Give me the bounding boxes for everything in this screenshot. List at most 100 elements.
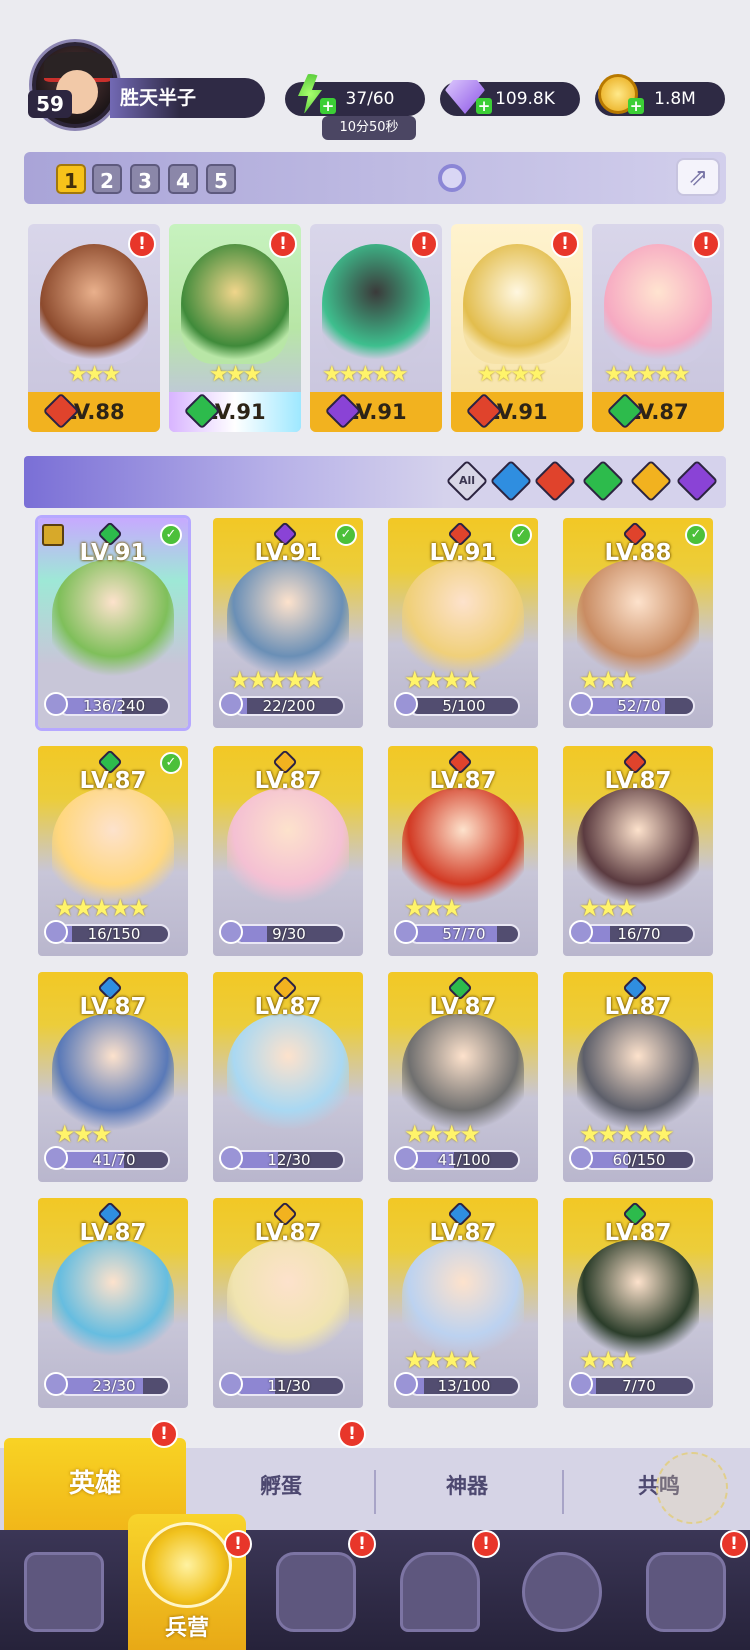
star-rating: ★★★ [209, 362, 262, 387]
player-name: 胜天半子 [110, 78, 265, 118]
hero-card[interactable]: LV.88 ✓ ★★★ 52/70 [563, 518, 713, 728]
team-tab-3[interactable]: 3 [130, 164, 160, 194]
hero-card[interactable]: LV.87 ★★★ 57/70 [388, 746, 538, 956]
barracks-icon [142, 1522, 232, 1608]
share-icon[interactable]: ⇗ [676, 158, 720, 196]
soul-shard-icon [569, 1372, 593, 1396]
star-rating: ★★★★★ [604, 362, 691, 387]
shard-progress-bar: 57/70 [408, 924, 520, 944]
hero-level: LV.87 [79, 994, 147, 1020]
hero-card[interactable]: LV.87 ★★★ 16/70 [563, 746, 713, 956]
hero-portrait [227, 1240, 349, 1360]
shard-progress-text: 23/30 [92, 1377, 136, 1395]
tab-artifacts[interactable]: 神器 [446, 1470, 488, 1500]
soul-shard-icon [219, 920, 243, 944]
team-hero-card[interactable]: ! ★★★★★ LV.87 [592, 224, 724, 432]
shard-progress-bar: 7/70 [583, 1376, 695, 1396]
alert-badge: ! [692, 230, 720, 258]
hero-level: LV.87 [429, 1220, 497, 1246]
search-icon[interactable] [438, 164, 466, 192]
team-tab-5[interactable]: 5 [206, 164, 236, 194]
star-rating: ★★★★ [404, 666, 481, 694]
alert-badge: ! [224, 1530, 252, 1558]
add-gold-button[interactable]: + [628, 98, 644, 114]
guild-banner-icon[interactable] [646, 1552, 726, 1632]
team-hero-card[interactable]: ! ★★★★★ LV.91 [310, 224, 442, 432]
hero-card[interactable]: LV.87 ★★★★ 41/100 [388, 972, 538, 1182]
floating-action-button[interactable] [656, 1452, 728, 1524]
hero-portrait [577, 788, 699, 908]
team-tab-2[interactable]: 2 [92, 164, 122, 194]
hero-level: LV.87 [604, 1220, 672, 1246]
hero-level: LV.87 [79, 1220, 147, 1246]
add-gems-button[interactable]: + [476, 98, 492, 114]
soul-shard-icon [44, 692, 68, 716]
player-level-badge: 59 [28, 90, 72, 118]
hero-portrait [52, 1240, 174, 1360]
shard-progress-text: 12/30 [267, 1151, 311, 1169]
shard-progress-text: 11/30 [267, 1377, 311, 1395]
team-hero-card[interactable]: ! ★★★★ LV.91 [451, 224, 583, 432]
shard-progress-text: 60/150 [612, 1151, 666, 1169]
hero-card[interactable]: LV.87 ✓ ★★★★★ 16/150 [38, 746, 188, 956]
hero-portrait [227, 1014, 349, 1134]
hero-card[interactable]: LV.87 ★★★★★ 60/150 [563, 972, 713, 1182]
hero-level: LV.87 [254, 994, 322, 1020]
book-icon[interactable] [276, 1552, 356, 1632]
hero-card[interactable]: LV.87 12/30 [213, 972, 363, 1182]
alert-badge: ! [338, 1420, 366, 1448]
star-rating: ★★★ [579, 894, 638, 922]
hero-card[interactable]: LV.91 ✓ ★★★★★ 22/200 [213, 518, 363, 728]
shard-progress-text: 7/70 [622, 1377, 656, 1395]
add-energy-button[interactable]: + [320, 98, 336, 114]
hero-card[interactable]: LV.87 11/30 [213, 1198, 363, 1408]
mushroom-house-icon[interactable] [522, 1552, 602, 1632]
soul-shard-icon [44, 920, 68, 944]
hero-portrait [52, 788, 174, 908]
shard-progress-bar: 23/30 [58, 1376, 170, 1396]
check-icon: ✓ [160, 524, 182, 546]
hero-card[interactable]: LV.91 ✓ ★★★★ 5/100 [388, 518, 538, 728]
hero-card[interactable]: LV.87 23/30 [38, 1198, 188, 1408]
hero-portrait [227, 788, 349, 908]
shard-progress-bar: 16/70 [583, 924, 695, 944]
hero-card[interactable]: LV.87 ★★★ 41/70 [38, 972, 188, 1182]
hero-card[interactable]: LV.91 ✓ 136/240 [38, 518, 188, 728]
shard-progress-bar: 136/240 [58, 696, 170, 716]
hero-card[interactable]: LV.87 ★★★★ 13/100 [388, 1198, 538, 1408]
soul-shard-icon [219, 1372, 243, 1396]
soul-shard-icon [44, 1146, 68, 1170]
tab-eggs[interactable]: 孵蛋 [260, 1470, 302, 1500]
soul-shard-icon [219, 692, 243, 716]
star-rating: ★★★★ [404, 1346, 481, 1374]
hero-card[interactable]: LV.87 ★★★ 7/70 [563, 1198, 713, 1408]
team-hero-card[interactable]: ! ★★★ LV.88 [28, 224, 160, 432]
shard-progress-bar: 5/100 [408, 696, 520, 716]
soul-shard-icon [394, 920, 418, 944]
cards-icon[interactable] [24, 1552, 104, 1632]
shard-progress-bar: 12/30 [233, 1150, 345, 1170]
team-tab-4[interactable]: 4 [168, 164, 198, 194]
shard-progress-text: 41/70 [92, 1151, 136, 1169]
hero-card[interactable]: LV.87 9/30 [213, 746, 363, 956]
alert-badge: ! [348, 1530, 376, 1558]
soul-shard-icon [569, 920, 593, 944]
star-rating: ★★★★★ [322, 362, 409, 387]
shard-progress-bar: 16/150 [58, 924, 170, 944]
hero-portrait [227, 560, 349, 680]
check-icon: ✓ [510, 524, 532, 546]
shard-progress-text: 57/70 [442, 925, 486, 943]
team-hero-card[interactable]: ! ★★★ LV.91 [169, 224, 301, 432]
shard-progress-bar: 41/100 [408, 1150, 520, 1170]
soul-shard-icon [569, 1146, 593, 1170]
hero-portrait [402, 788, 524, 908]
star-rating: ★★★★ [404, 1120, 481, 1148]
check-icon: ✓ [160, 752, 182, 774]
alert-badge: ! [410, 230, 438, 258]
temple-icon[interactable] [400, 1552, 480, 1632]
hero-portrait [52, 560, 174, 680]
team-tab-1[interactable]: 1 [56, 164, 86, 194]
alert-badge: ! [150, 1420, 178, 1448]
soul-shard-icon [394, 1146, 418, 1170]
star-rating: ★★★ [579, 1346, 638, 1374]
